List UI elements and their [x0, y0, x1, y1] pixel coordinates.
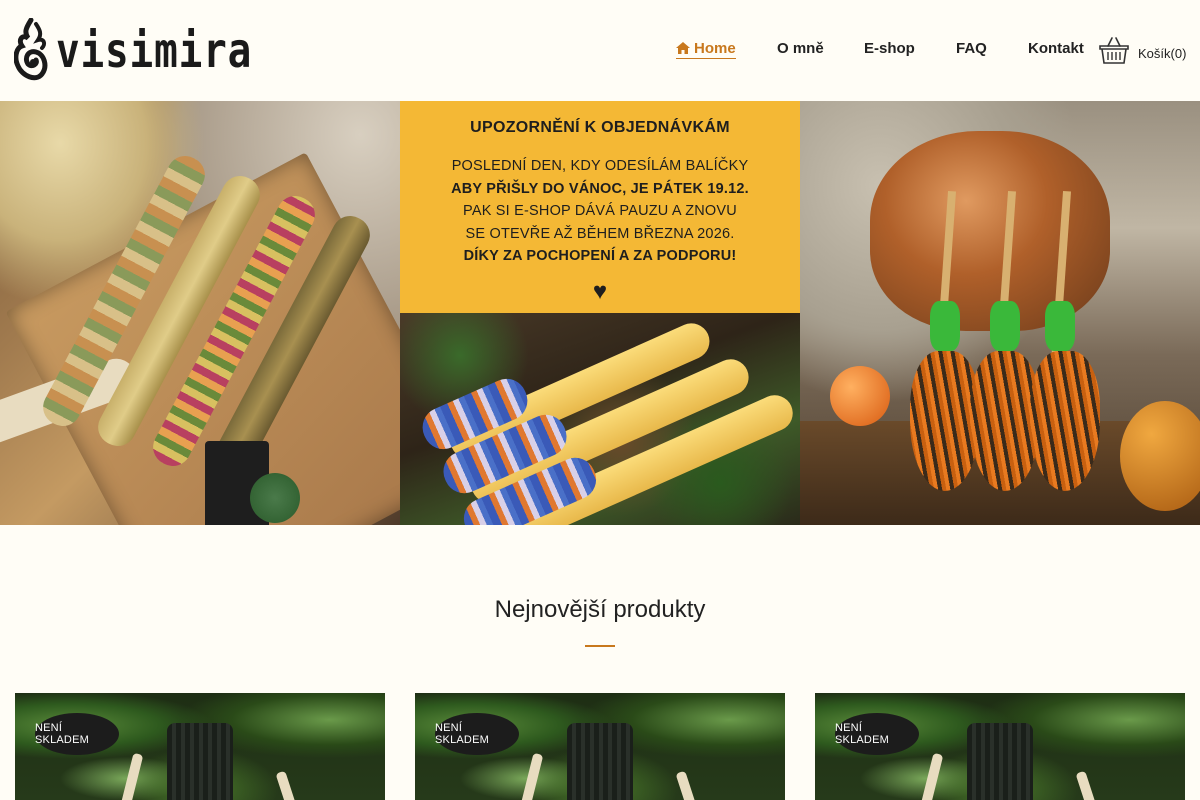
basket-icon — [1099, 37, 1129, 64]
product-card[interactable]: NENÍ SKLADEM — [15, 693, 385, 800]
heart-icon: ♥ — [592, 277, 608, 305]
nav-item-home[interactable]: Home — [676, 40, 736, 59]
section-title: Nejnovější produkty — [494, 596, 706, 623]
order-notice: UPOZORNĚNÍ K OBJEDNÁVKÁM POSLEDNÍ DEN, K… — [400, 101, 800, 313]
hero-gallery: UPOZORNĚNÍ K OBJEDNÁVKÁM POSLEDNÍ DEN, K… — [0, 101, 1200, 525]
nav-label-home: Home — [694, 40, 736, 57]
hero-image-gift-box[interactable] — [0, 101, 400, 525]
product-card[interactable]: NENÍ SKLADEM — [415, 693, 785, 800]
nav-item-contact[interactable]: Kontakt — [1028, 40, 1084, 57]
notice-title: UPOZORNĚNÍ K OBJEDNÁVKÁM — [470, 119, 730, 136]
nav-item-about[interactable]: O mně — [777, 40, 824, 57]
cart-label: Košík(0) — [1138, 45, 1187, 61]
main-nav: Home O mně E-shop FAQ Kontakt — [0, 40, 1200, 62]
notice-line: PAK SI E-SHOP DÁVÁ PAUZU A ZNOVU — [463, 203, 737, 219]
home-icon — [676, 42, 690, 54]
out-of-stock-badge: NENÍ SKLADEM — [835, 713, 919, 755]
notice-line: SE OTEVŘE AŽ BĚHEM BŘEZNA 2026. — [465, 225, 735, 242]
section-divider — [585, 645, 615, 647]
nav-item-eshop[interactable]: E-shop — [864, 40, 915, 57]
notice-line: DÍKY ZA POCHOPENÍ A ZA PODPORU! — [463, 248, 737, 264]
hero-image-candles — [400, 313, 800, 525]
notice-line: POSLEDNÍ DEN, KDY ODESÍLÁM BALÍČKY — [451, 158, 749, 174]
product-grid: NENÍ SKLADEM NENÍ SKLADEM NENÍ SKLADEM — [0, 693, 1200, 800]
cart-button[interactable]: Košík(0) — [1099, 36, 1186, 64]
out-of-stock-badge: NENÍ SKLADEM — [435, 713, 519, 755]
notice-line: ABY PŘIŠLY DO VÁNOC, JE PÁTEK 19.12. — [451, 180, 749, 197]
out-of-stock-badge: NENÍ SKLADEM — [35, 713, 119, 755]
site-header: visimira Home O mně E-shop FAQ Kontakt K… — [0, 0, 1200, 101]
nav-item-faq[interactable]: FAQ — [956, 40, 987, 57]
hero-notice-panel[interactable]: UPOZORNĚNÍ K OBJEDNÁVKÁM POSLEDNÍ DEN, K… — [400, 101, 800, 525]
product-card[interactable]: NENÍ SKLADEM — [815, 693, 1185, 800]
hero-image-cauldron[interactable] — [800, 101, 1200, 525]
